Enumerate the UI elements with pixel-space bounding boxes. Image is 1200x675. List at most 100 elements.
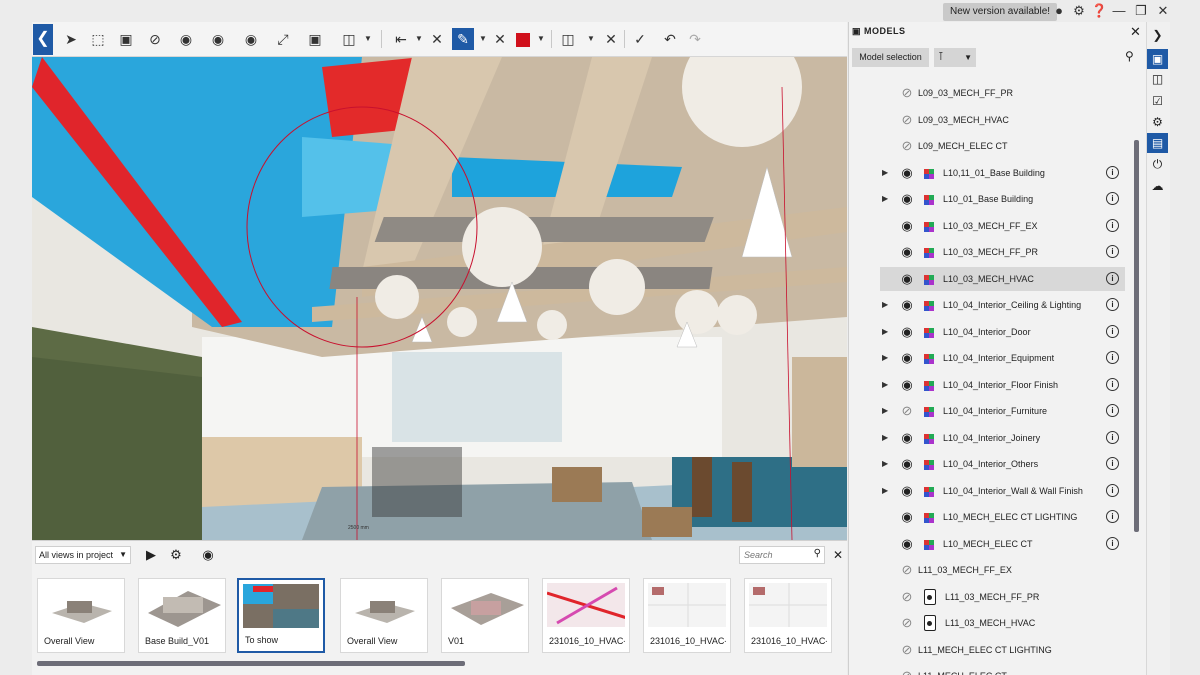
models-scrollbar[interactable] xyxy=(1134,140,1139,532)
expand-arrow-icon[interactable]: ▶ xyxy=(882,346,888,370)
redo-icon[interactable]: ↷ xyxy=(684,28,706,50)
model-row[interactable]: ▶ ◉ L10_04_Interior_Floor Finish i xyxy=(880,373,1125,397)
expand-panel-icon[interactable]: ❯ xyxy=(1147,25,1168,45)
chevron-down-icon[interactable]: ▼ xyxy=(363,28,373,50)
eye-icon[interactable]: ◉ xyxy=(899,161,915,185)
model-row[interactable]: ◉ L10_03_MECH_HVAC i xyxy=(880,266,1125,291)
new-version-button[interactable]: New version available! xyxy=(943,3,1058,21)
info-icon[interactable]: i xyxy=(1106,298,1119,311)
view-thumbnail[interactable]: 231016_10_HVAC-S xyxy=(744,578,832,653)
eye-icon[interactable]: ◉ xyxy=(899,267,915,291)
eye-hidden-icon[interactable]: ⊘ xyxy=(899,399,915,423)
gear-icon[interactable]: ⚙ xyxy=(168,546,184,564)
close-models-icon[interactable]: ✕ xyxy=(1130,24,1141,40)
chevron-down-icon[interactable]: ▼ xyxy=(536,28,546,50)
history-icon[interactable]: ⏻ xyxy=(1147,154,1168,174)
view-thumbnail[interactable]: Overall View xyxy=(340,578,428,653)
eye-hidden-icon[interactable]: ⊘ xyxy=(899,611,915,635)
info-icon[interactable]: i xyxy=(1106,430,1119,444)
view-toggle-icon[interactable]: ◉ xyxy=(240,28,262,50)
model-row[interactable]: ▶ ◉ L10,11_01_Base Building i xyxy=(880,161,1125,185)
info-icon[interactable]: i xyxy=(1106,324,1119,338)
info-icon[interactable]: i xyxy=(1106,377,1119,391)
collapse-panel-icon[interactable]: ❮ xyxy=(33,24,53,55)
expand-arrow-icon[interactable]: ▶ xyxy=(882,320,888,344)
eye-hidden-icon[interactable]: ⊘ xyxy=(899,108,915,132)
chevron-down-icon[interactable]: ▼ xyxy=(586,28,596,50)
eye-icon[interactable]: ◉ xyxy=(899,320,915,344)
eye-icon[interactable]: ◉ xyxy=(899,293,915,317)
chevron-down-icon[interactable]: ▼ xyxy=(414,28,424,50)
info-icon[interactable]: i xyxy=(1106,192,1119,205)
eye-hidden-icon[interactable]: ⊘ xyxy=(899,664,915,675)
model-row[interactable]: ▶ ◉ L10_04_Interior_Door i xyxy=(880,320,1125,344)
view-thumbnail[interactable]: Overall View xyxy=(37,578,125,653)
model-row[interactable]: ◉ L10_MECH_ELEC CT i xyxy=(880,532,1125,556)
search-icon[interactable]: ⚲ xyxy=(1125,49,1134,63)
close-icon[interactable]: ✕ xyxy=(1155,3,1171,19)
info-icon[interactable]: i xyxy=(1106,536,1119,550)
hide-icon[interactable]: ⊘ xyxy=(144,28,166,50)
eye-icon[interactable]: ◉ xyxy=(899,479,915,503)
select-arrow-icon[interactable]: ➤ xyxy=(60,28,82,50)
model-row[interactable]: ◉ L10_03_MECH_FF_PR i xyxy=(880,240,1125,264)
model-row[interactable]: ⊘ L11_03_MECH_FF_EX xyxy=(880,558,1125,582)
model-row[interactable]: ◉ L10_03_MECH_FF_EX i xyxy=(880,214,1125,238)
model-selection-button[interactable]: Model selection xyxy=(852,48,929,67)
clear-annotate-icon[interactable]: ✕ xyxy=(489,28,511,50)
search-icon[interactable]: ⚲ xyxy=(814,548,821,559)
clear-measure-icon[interactable]: ✕ xyxy=(426,28,448,50)
views-filter-dropdown[interactable]: All views in project ▼ xyxy=(35,546,131,564)
3d-cube-icon[interactable]: ◫ xyxy=(338,28,360,50)
info-icon[interactable]: i xyxy=(1106,404,1119,417)
undo-icon[interactable]: ↶ xyxy=(659,28,681,50)
show-all-icon[interactable]: ◉ xyxy=(207,28,229,50)
info-icon[interactable]: i xyxy=(1106,218,1119,232)
model-row[interactable]: ⊘ L11_03_MECH_FF_PR xyxy=(880,585,1125,609)
expand-arrow-icon[interactable]: ▶ xyxy=(882,452,888,476)
model-row[interactable]: ▶ ◉ L10_04_Interior_Equipment i xyxy=(880,346,1125,370)
camera-icon[interactable]: ◉ xyxy=(200,546,216,564)
cloud-icon[interactable]: ☁ xyxy=(1147,176,1168,196)
isolate-icon[interactable]: ◉ xyxy=(175,28,197,50)
view-thumbnail-selected[interactable]: To show xyxy=(237,578,325,653)
views-scrollbar[interactable] xyxy=(37,661,465,666)
model-row[interactable]: ▶ ⊘ L10_04_Interior_Furniture i xyxy=(880,399,1125,423)
expand-arrow-icon[interactable]: ▶ xyxy=(882,293,888,317)
expand-arrow-icon[interactable]: ▶ xyxy=(882,187,888,211)
eye-hidden-icon[interactable]: ⊘ xyxy=(899,81,915,105)
section-icon[interactable]: ◫ xyxy=(557,28,579,50)
view-thumbnail[interactable]: V01 xyxy=(441,578,529,653)
views-search[interactable]: ⚲ xyxy=(739,546,825,564)
cube-settings-icon[interactable]: ▣ xyxy=(304,28,326,50)
model-row[interactable]: ⊘ L11_03_MECH_HVAC xyxy=(880,611,1125,635)
eye-icon[interactable]: ◉ xyxy=(899,426,915,450)
info-icon[interactable]: i xyxy=(1106,351,1119,364)
annotate-icon[interactable]: ✎ xyxy=(452,28,474,50)
model-row[interactable]: ⊘ L09_03_MECH_HVAC xyxy=(880,108,1125,132)
measure-icon[interactable]: ⇤ xyxy=(390,28,412,50)
minimize-icon[interactable]: — xyxy=(1111,3,1127,19)
clear-section-icon[interactable]: ✕ xyxy=(600,28,622,50)
gear-icon[interactable]: ⚙ xyxy=(1071,3,1087,19)
info-icon[interactable]: i xyxy=(1106,271,1119,285)
view-thumbnail[interactable]: Base Build_V01 xyxy=(138,578,226,653)
model-row[interactable]: ▶ ◉ L10_01_Base Building i xyxy=(880,187,1125,211)
model-row[interactable]: ⊘ L09_MECH_ELEC CT xyxy=(880,134,1125,158)
help-icon[interactable]: ❓ xyxy=(1091,3,1107,19)
model-row[interactable]: ▶ ◉ L10_04_Interior_Wall & Wall Finish i xyxy=(880,479,1125,503)
expand-arrow-icon[interactable]: ▶ xyxy=(882,161,888,185)
expand-arrow-icon[interactable]: ▶ xyxy=(882,373,888,397)
eye-hidden-icon[interactable]: ⊘ xyxy=(899,638,915,662)
object-icon[interactable]: ◫ xyxy=(1147,69,1168,89)
eye-hidden-icon[interactable]: ⊘ xyxy=(899,134,915,158)
eye-icon[interactable]: ◉ xyxy=(899,505,915,529)
expand-arrow-icon[interactable]: ▶ xyxy=(882,399,888,423)
eye-icon[interactable]: ◉ xyxy=(899,452,915,476)
eye-icon[interactable]: ◉ xyxy=(899,346,915,370)
restore-icon[interactable]: ❐ xyxy=(1133,3,1149,19)
info-icon[interactable]: i xyxy=(1106,245,1119,258)
eye-icon[interactable]: ◉ xyxy=(899,240,915,264)
view-thumbnail[interactable]: 231016_10_HVAC-E xyxy=(643,578,731,653)
view-thumbnail[interactable]: 231016_10_HVAC-F xyxy=(542,578,630,653)
